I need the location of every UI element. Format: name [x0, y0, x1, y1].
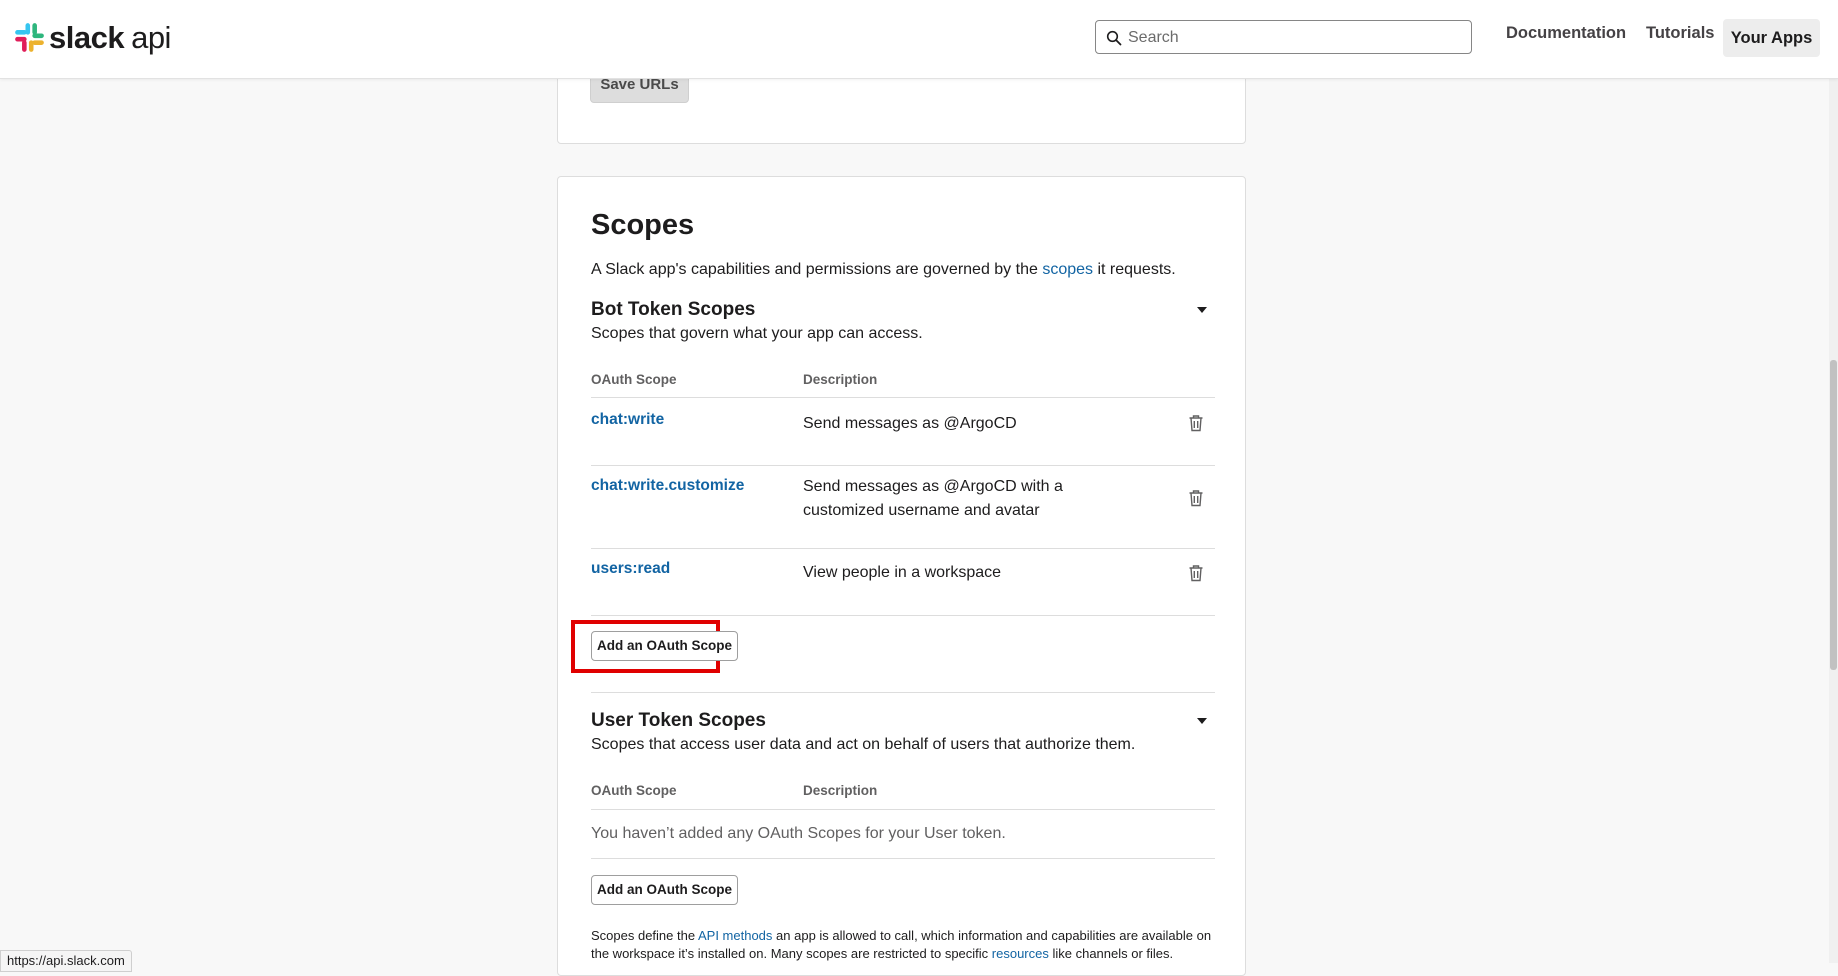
status-bar-url: https://api.slack.com: [0, 950, 132, 972]
scopes-link[interactable]: scopes: [1042, 261, 1093, 278]
scope-description: View people in a workspace: [803, 564, 1002, 581]
scope-description: Send messages as @ArgoCD: [803, 415, 1017, 432]
divider: [591, 465, 1215, 466]
divider: [591, 548, 1215, 549]
bot-scopes-collapse-icon[interactable]: [1197, 307, 1207, 313]
user-scopes-collapse-icon[interactable]: [1197, 718, 1207, 724]
trash-icon[interactable]: [1188, 489, 1204, 507]
top-navigation-bar: slackapi Documentation Tutorials Your Ap…: [0, 0, 1838, 79]
scope-description: Send messages as @ArgoCD with a customiz…: [803, 478, 1063, 519]
search-input[interactable]: [1126, 21, 1460, 55]
divider: [591, 615, 1215, 616]
add-user-oauth-scope-button[interactable]: Add an OAuth Scope: [591, 875, 738, 905]
user-col-description: Description: [803, 783, 878, 798]
divider: [591, 397, 1215, 398]
scope-link-chat-write-customize[interactable]: chat:write.customize: [591, 477, 744, 495]
scopes-intro: A Slack app's capabilities and permissio…: [591, 261, 1176, 278]
divider: [591, 858, 1215, 859]
user-scopes-empty-message: You haven’t added any OAuth Scopes for y…: [591, 825, 1006, 842]
nav-documentation[interactable]: Documentation: [1506, 24, 1626, 43]
trash-icon[interactable]: [1188, 564, 1204, 582]
user-token-scopes-subtitle: Scopes that access user data and act on …: [591, 736, 1136, 753]
section-divider: [591, 692, 1215, 693]
add-bot-oauth-scope-button[interactable]: Add an OAuth Scope: [591, 631, 738, 661]
scope-link-users-read[interactable]: users:read: [591, 560, 670, 578]
divider: [591, 809, 1215, 810]
search-icon: [1106, 30, 1122, 46]
nav-your-apps[interactable]: Your Apps: [1723, 19, 1820, 57]
bot-col-description: Description: [803, 372, 878, 387]
scope-link-chat-write[interactable]: chat:write: [591, 411, 664, 429]
bot-col-oauth-scope: OAuth Scope: [591, 372, 677, 387]
search-box[interactable]: [1095, 20, 1472, 55]
scrollbar-thumb[interactable]: [1830, 360, 1837, 670]
page-scrollbar[interactable]: [1829, 78, 1838, 963]
scopes-card: Scopes A Slack app's capabilities and pe…: [557, 176, 1246, 976]
resources-link[interactable]: resources: [992, 946, 1049, 961]
slack-api-logo[interactable]: slack api: [14, 22, 171, 53]
user-token-scopes-title: User Token Scopes: [591, 710, 766, 731]
bot-token-scopes-subtitle: Scopes that govern what your app can acc…: [591, 325, 923, 342]
trash-icon[interactable]: [1188, 414, 1204, 432]
logo-text: slack api: [49, 20, 171, 55]
slack-logo-icon: [15, 23, 44, 52]
nav-tutorials[interactable]: Tutorials: [1646, 24, 1714, 43]
scopes-footnote: Scopes define the API methods an app is …: [591, 928, 1212, 961]
bot-token-scopes-title: Bot Token Scopes: [591, 299, 756, 320]
user-col-oauth-scope: OAuth Scope: [591, 783, 677, 798]
api-methods-link[interactable]: API methods: [698, 928, 772, 943]
scopes-title: Scopes: [591, 209, 695, 241]
